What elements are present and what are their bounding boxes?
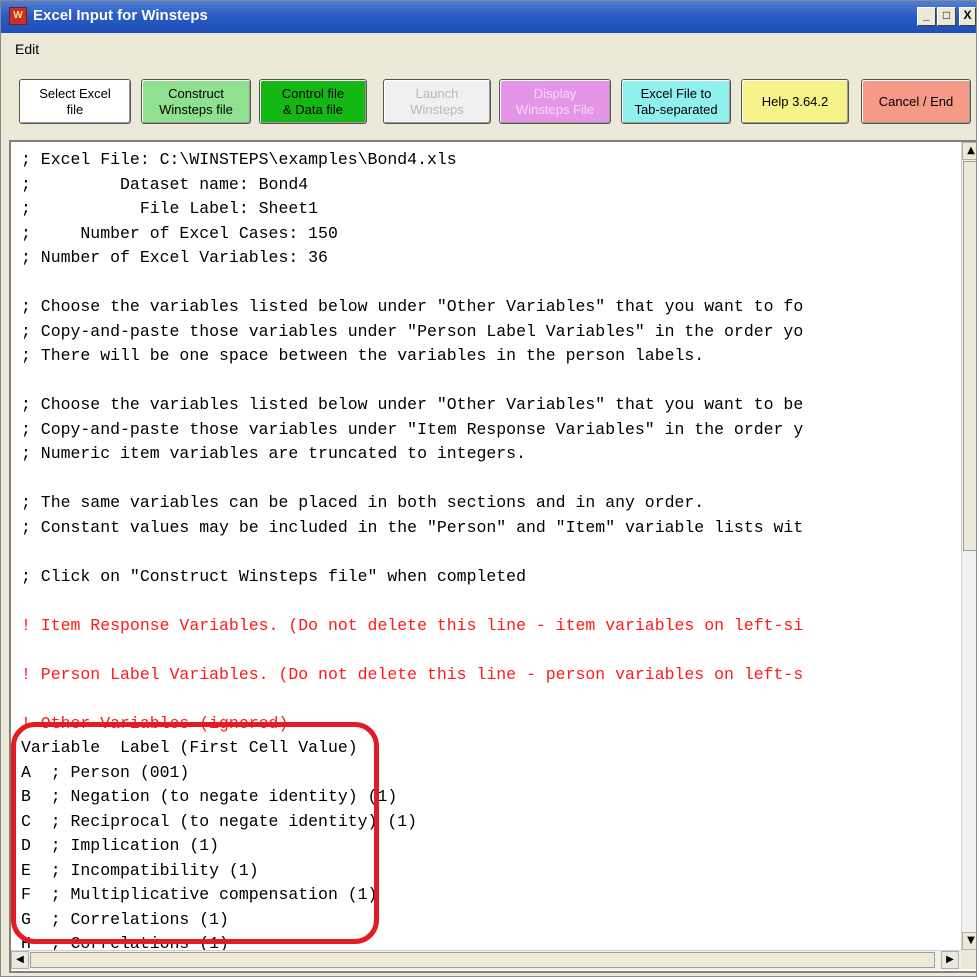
editor-line: ; Choose the variables listed below unde… <box>21 395 804 414</box>
editor-line: ; Numeric item variables are truncated t… <box>21 444 526 463</box>
button-label: & Data file <box>283 101 343 117</box>
editor-line: ; Copy-and-paste those variables under "… <box>21 419 804 439</box>
editor-line: ! Person Label Variables. (Do not delete… <box>21 664 804 684</box>
editor-line: G ; Correlations (1) <box>21 909 229 929</box>
construct-winsteps-file-button[interactable]: Construct Winsteps file <box>141 79 251 124</box>
editor-line: E ; Incompatibility (1) <box>21 860 259 880</box>
select-excel-file-button[interactable]: Select Excel file <box>19 79 131 124</box>
excel-to-tab-separated-button[interactable]: Excel File to Tab-separated <box>621 79 731 124</box>
button-label: Construct <box>168 85 224 101</box>
winsteps-icon: W <box>9 7 27 25</box>
button-label: Select Excel <box>39 85 111 101</box>
editor-line: A ; Person (001) <box>21 762 190 782</box>
editor-line: ; Copy-and-paste those variables under "… <box>21 321 804 341</box>
editor-line: ; Excel File: C:\WINSTEPS\examples\Bond4… <box>21 150 457 169</box>
editor-line: ! Item Response Variables. (Do not delet… <box>21 615 804 635</box>
menu-bar: Edit <box>1 33 976 59</box>
editor-line: ! Other Variables (ignored) <box>21 713 289 733</box>
editor-line: ; There will be one space between the va… <box>21 346 705 365</box>
button-label: file <box>66 101 84 117</box>
button-label: Launch <box>415 85 459 101</box>
window-title: Excel Input for Winsteps <box>33 7 208 24</box>
editor-text[interactable]: ; Excel File: C:\WINSTEPS\examples\Bond4… <box>21 148 961 957</box>
cancel-end-button[interactable]: Cancel / End <box>861 79 971 124</box>
app-window: W Excel Input for Winsteps _ □ X Edit Se… <box>0 0 977 977</box>
editor-line: ; Constant values may be included in the… <box>21 517 804 537</box>
button-label: Winsteps file <box>159 101 233 117</box>
control-data-file-button[interactable]: Control file & Data file <box>259 79 367 124</box>
editor-line: ; Choose the variables listed below unde… <box>21 297 804 316</box>
horizontal-scroll-thumb[interactable] <box>30 952 935 968</box>
display-winsteps-file-button[interactable]: Display Winsteps File <box>499 79 611 124</box>
button-label: Control file <box>281 85 345 101</box>
close-button[interactable]: X <box>959 7 976 26</box>
button-label: Excel File to <box>640 85 712 101</box>
help-button[interactable]: Help 3.64.2 <box>741 79 849 124</box>
text-editor[interactable]: ; Excel File: C:\WINSTEPS\examples\Bond4… <box>9 140 976 973</box>
editor-line: ; Click on "Construct Winsteps file" whe… <box>21 566 526 586</box>
editor-line: Variable Label (First Cell Value) <box>21 738 358 757</box>
scroll-left-icon[interactable]: ◀ <box>11 951 29 969</box>
button-label: Cancel / End <box>878 93 954 109</box>
title-bar[interactable]: W Excel Input for Winsteps _ □ X <box>1 1 976 33</box>
editor-line: ; Number of Excel Cases: 150 <box>21 223 338 243</box>
button-label: Winsteps <box>410 101 464 117</box>
resize-grip-icon[interactable] <box>961 950 976 969</box>
launch-winsteps-button[interactable]: Launch Winsteps <box>383 79 491 124</box>
editor-line: D ; Implication (1) <box>21 836 220 855</box>
editor-line: ; Number of Excel Variables: 36 <box>21 248 328 267</box>
toolbar: Select Excel file Construct Winsteps file … <box>1 59 976 141</box>
scroll-down-icon[interactable]: ▼ <box>962 932 976 950</box>
vertical-scrollbar[interactable]: ▲ ▼ <box>961 142 976 950</box>
menu-edit[interactable]: Edit <box>15 41 39 57</box>
editor-line: C ; Reciprocal (to negate identity) (1) <box>21 811 418 831</box>
button-label: Tab-separated <box>634 101 718 117</box>
editor-line: ; File Label: Sheet1 <box>21 199 319 218</box>
vertical-scroll-thumb[interactable] <box>963 161 976 551</box>
editor-line: ; Dataset name: Bond4 <box>21 174 309 194</box>
scroll-up-icon[interactable]: ▲ <box>962 142 976 160</box>
minimize-button[interactable]: _ <box>917 7 936 26</box>
editor-line: F ; Multiplicative compensation (1) <box>21 885 378 904</box>
button-label: Display <box>533 85 577 101</box>
maximize-button[interactable]: □ <box>937 7 956 26</box>
editor-line: ; The same variables can be placed in bo… <box>21 493 705 512</box>
scroll-right-icon[interactable]: ▶ <box>941 951 959 969</box>
button-label: Winsteps File <box>515 101 595 117</box>
button-label: Help 3.64.2 <box>761 93 829 109</box>
editor-line: B ; Negation (to negate identity) (1) <box>21 787 398 806</box>
horizontal-scrollbar[interactable]: ◀ ▶ <box>11 950 961 970</box>
